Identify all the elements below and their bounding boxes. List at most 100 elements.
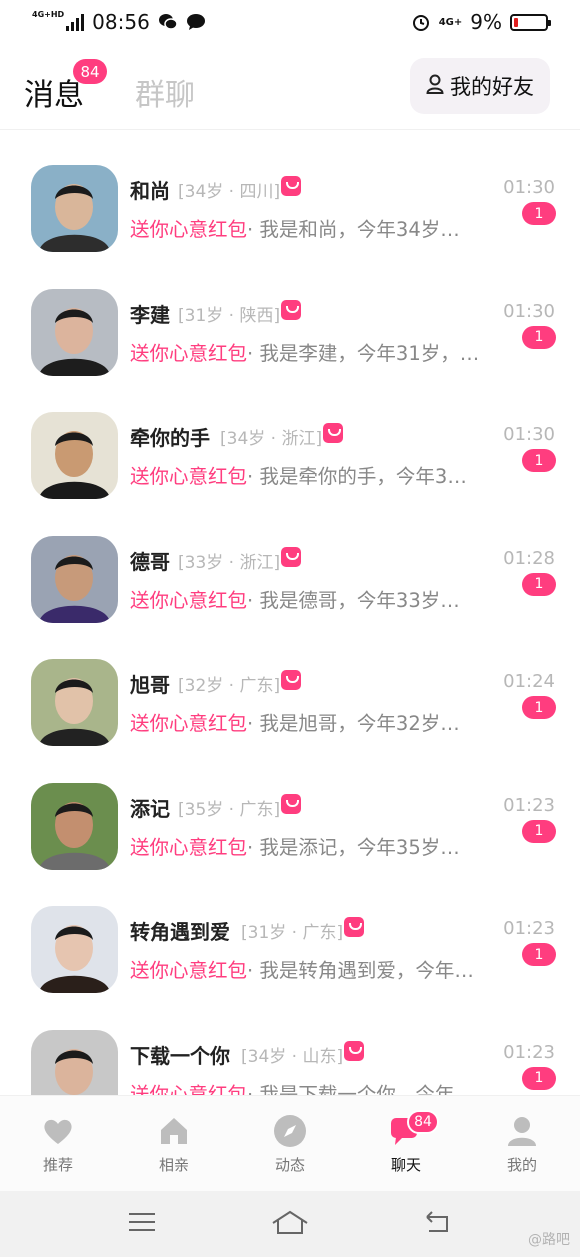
red-packet-icon bbox=[344, 917, 364, 937]
red-packet-label: 送你心意红包 bbox=[130, 712, 248, 735]
message-time: 01:30 bbox=[503, 424, 555, 445]
contact-name: 转角遇到爱 bbox=[130, 920, 230, 944]
contact-name: 德哥 bbox=[130, 549, 170, 574]
profile-icon bbox=[505, 1114, 539, 1148]
red-packet-label: 送你心意红包 bbox=[130, 341, 248, 365]
network-right-label: 4G+ bbox=[438, 16, 463, 28]
compass-icon bbox=[273, 1114, 307, 1148]
message-time: 01:30 bbox=[503, 300, 555, 322]
unread-badge: 1 bbox=[522, 449, 556, 472]
conversation-row[interactable]: 和尚 [34岁 · 四川] 01:30 送你心意红包· 我是和尚，今年34岁… 1 bbox=[0, 130, 580, 254]
red-packet-icon bbox=[281, 793, 301, 814]
message-text: · 我是德哥，今年33岁… bbox=[247, 588, 460, 612]
nav-moments[interactable]: 动态 bbox=[232, 1096, 348, 1191]
unread-badge: 1 bbox=[522, 1066, 556, 1090]
status-time: 08:56 bbox=[92, 10, 150, 34]
message-preview: 送你心意红包· 我是旭哥，今年32岁… bbox=[130, 707, 502, 736]
message-text: · 我是添记，今年35岁… bbox=[247, 835, 460, 859]
message-preview: 送你心意红包· 我是转角遇到爱，今年… bbox=[130, 954, 502, 983]
nav-recommend[interactable]: 推荐 bbox=[0, 1096, 116, 1191]
watermark: @路吧 bbox=[528, 1232, 570, 1248]
conversation-row[interactable]: 下载一个你 [34岁 · 山东] 01:23 送你心意红包· 我是下载一个你，今年… 1 bbox=[0, 995, 580, 1096]
nav-label: 我的 bbox=[506, 1156, 537, 1174]
message-time: 01:23 bbox=[503, 1041, 555, 1063]
header: 消息 84 群聊 我的好友 bbox=[0, 44, 580, 130]
nav-label: 动态 bbox=[274, 1156, 305, 1174]
red-packet-icon bbox=[281, 176, 301, 196]
red-packet-icon bbox=[281, 546, 301, 567]
avatar[interactable] bbox=[31, 412, 118, 499]
contact-meta: [34岁 · 山东] bbox=[241, 1046, 344, 1067]
nav-profile[interactable]: 我的 bbox=[464, 1096, 580, 1191]
contact-meta: [31岁 · 广东] bbox=[241, 923, 344, 943]
message-icon bbox=[186, 12, 206, 32]
contact-name: 下载一个你 bbox=[130, 1043, 230, 1068]
contact-meta: [34岁 · 四川] bbox=[178, 182, 281, 202]
message-time: 01:30 bbox=[503, 177, 555, 198]
battery-icon bbox=[510, 13, 551, 31]
chat-badge: 84 bbox=[407, 1110, 439, 1134]
contact-name: 添记 bbox=[130, 796, 170, 821]
message-time: 01:28 bbox=[503, 547, 555, 569]
back-icon[interactable] bbox=[423, 1210, 453, 1238]
unread-badge: 1 bbox=[522, 819, 556, 843]
avatar[interactable] bbox=[31, 1029, 118, 1095]
message-preview: 送你心意红包· 我是李建，今年31岁，… bbox=[130, 337, 502, 366]
contact-meta: [32岁 · 广东] bbox=[178, 676, 281, 696]
person-icon bbox=[426, 74, 444, 99]
conversation-row[interactable]: 旭哥 [32岁 · 广东] 01:24 送你心意红包· 我是旭哥，今年32岁… 1 bbox=[0, 624, 580, 748]
avatar[interactable] bbox=[31, 288, 118, 376]
contact-meta: [33岁 · 浙江] bbox=[178, 552, 281, 573]
conversation-row[interactable]: 德哥 [33岁 · 浙江] 01:28 送你心意红包· 我是德哥，今年33岁… 1 bbox=[0, 501, 580, 625]
unread-badge: 1 bbox=[522, 202, 556, 225]
red-packet-label: 送你心意红包 bbox=[130, 959, 248, 982]
red-packet-icon bbox=[323, 423, 343, 443]
conversation-list[interactable]: 和尚 [34岁 · 四川] 01:30 送你心意红包· 我是和尚，今年34岁… 1 李建[… bbox=[0, 130, 580, 1095]
home-icon bbox=[157, 1114, 191, 1148]
avatar[interactable] bbox=[31, 165, 118, 252]
contact-name: 旭哥 bbox=[130, 673, 170, 697]
nav-label: 相亲 bbox=[158, 1156, 189, 1174]
network-label: 4G+HD bbox=[32, 9, 65, 19]
unread-badge: 1 bbox=[522, 572, 556, 596]
unread-badge: 1 bbox=[522, 696, 556, 719]
menu-icon[interactable] bbox=[127, 1211, 157, 1237]
signal-icon bbox=[66, 13, 85, 31]
conversation-row[interactable]: 牵你的手 [34岁 · 浙江] 01:30 送你心意红包· 我是牵你的手，今年3… 1 bbox=[0, 377, 580, 501]
avatar[interactable] bbox=[31, 782, 118, 870]
message-text: · 我是李建，今年31岁，… bbox=[247, 341, 480, 365]
avatar[interactable] bbox=[31, 535, 118, 623]
avatar[interactable] bbox=[31, 659, 118, 746]
conversation-row[interactable]: 添记 [35岁 · 广东] 01:23 送你心意红包· 我是添记，今年35岁… 1 bbox=[0, 748, 580, 872]
red-packet-label: 送你心意红包 bbox=[130, 588, 248, 612]
red-packet-label: 送你心意红包 bbox=[130, 1082, 248, 1096]
message-text: · 我是旭哥，今年32岁… bbox=[247, 712, 460, 735]
home-outline-icon[interactable] bbox=[270, 1209, 310, 1239]
nav-matchmaking[interactable]: 相亲 bbox=[116, 1096, 232, 1191]
contact-name: 牵你的手 bbox=[130, 426, 210, 450]
message-time: 01:23 bbox=[503, 918, 555, 939]
tab-group-chat[interactable]: 群聊 bbox=[135, 70, 195, 114]
unread-badge: 1 bbox=[522, 325, 556, 349]
my-friends-button[interactable]: 我的好友 bbox=[410, 58, 550, 114]
heart-icon bbox=[41, 1114, 75, 1148]
contact-name: 和尚 bbox=[130, 179, 170, 203]
message-preview: 送你心意红包· 我是牵你的手，今年3… bbox=[130, 460, 502, 489]
red-packet-icon bbox=[344, 1040, 364, 1061]
conversation-row[interactable]: 李建 [31岁 · 陕西] 01:30 送你心意红包· 我是李建，今年31岁，… 1 bbox=[0, 254, 580, 378]
nav-chat[interactable]: 84 聊天 bbox=[348, 1096, 464, 1191]
nav-label: 聊天 bbox=[390, 1156, 421, 1174]
conversation-row[interactable]: 转角遇到爱 [31岁 · 广东] 01:23 送你心意红包· 我是转角遇到爱，今年… 1 bbox=[0, 871, 580, 995]
alarm-icon bbox=[411, 12, 431, 32]
red-packet-label: 送你心意红包 bbox=[130, 835, 248, 859]
contact-name: 李建 bbox=[130, 302, 170, 327]
system-nav-bar: @路吧 bbox=[0, 1191, 580, 1257]
contact-meta: [35岁 · 广东] bbox=[178, 799, 281, 820]
red-packet-icon bbox=[281, 670, 301, 690]
avatar[interactable] bbox=[31, 906, 118, 993]
red-packet-icon bbox=[281, 299, 301, 320]
bottom-nav: 推荐 相亲 动态 84 聊天 我的 bbox=[0, 1095, 580, 1191]
red-packet-label: 送你心意红包 bbox=[130, 465, 248, 488]
message-preview: 送你心意红包· 我是和尚，今年34岁… bbox=[130, 213, 502, 242]
messages-badge: 84 bbox=[73, 59, 107, 84]
